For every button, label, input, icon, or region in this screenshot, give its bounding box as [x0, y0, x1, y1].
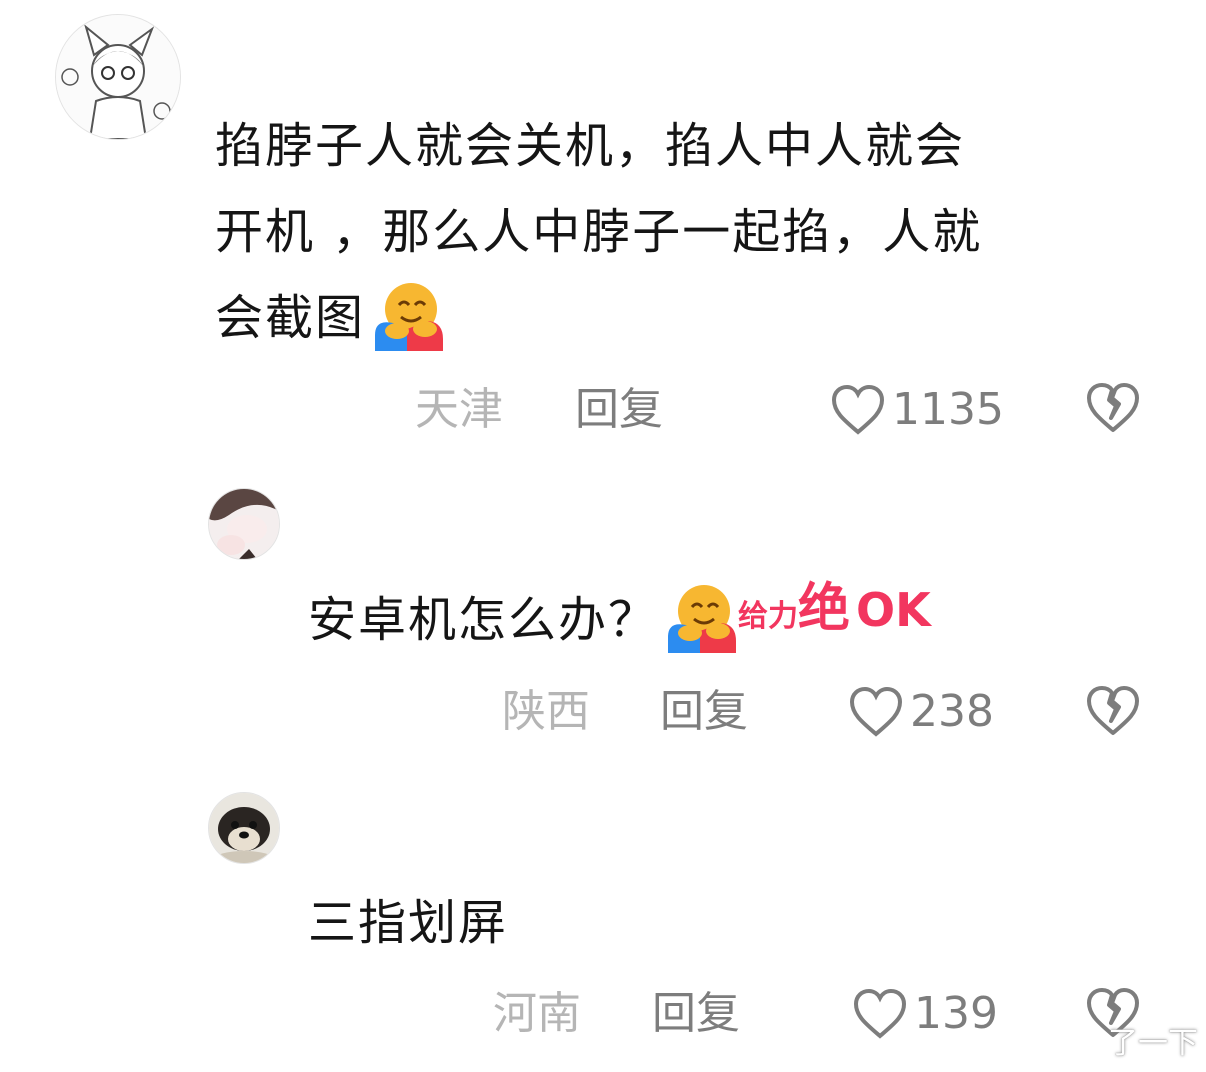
anime-girl-avatar-icon [56, 15, 180, 139]
hugging-face-emoji-icon [375, 283, 444, 351]
heart-outline-icon [831, 384, 885, 435]
comment-text: 三指划屏 [308, 880, 508, 966]
like-button[interactable]: 1135 [830, 384, 1004, 436]
location-label: 陕西 [502, 686, 590, 737]
sticker: 给力绝 OK [738, 566, 931, 660]
hand-photo-avatar-icon [209, 489, 279, 559]
watermark: 了一下 [1108, 1026, 1198, 1061]
avatar[interactable] [208, 488, 280, 560]
comment-text: 掐脖子人就会关机，掐人中人就会 开机 ，那么人中脖子一起掐，人就 会截图 [215, 103, 982, 361]
like-button[interactable]: 238 [848, 686, 994, 738]
avatar[interactable] [208, 792, 280, 864]
hugging-face-emoji-icon [668, 585, 737, 653]
heart-outline-icon [853, 988, 907, 1039]
comment-line: 开机 ，那么人中脖子一起掐，人就 [215, 204, 983, 260]
comment-line: 三指划屏 [308, 895, 509, 951]
like-count: 139 [914, 988, 998, 1039]
like-count: 1135 [892, 384, 1004, 435]
dog-photo-avatar-icon [209, 793, 279, 863]
sticker-text: OK [856, 583, 931, 637]
sticker-text: 给力 [738, 599, 799, 634]
broken-heart-icon[interactable] [1085, 380, 1141, 434]
sticker-text: 绝 [798, 579, 851, 639]
location-label: 河南 [493, 988, 581, 1039]
avatar[interactable] [55, 14, 181, 140]
comment-line-with-emoji: 安卓机怎么办？ 给力绝 OK [308, 576, 931, 670]
comment-line-with-emoji: 会截图 [215, 275, 982, 361]
reply-button[interactable]: 回复 [652, 988, 740, 1040]
comment-line: 会截图 [215, 290, 366, 346]
heart-outline-icon [849, 686, 903, 737]
broken-heart-icon[interactable] [1085, 683, 1141, 737]
reply-button[interactable]: 回复 [575, 384, 663, 436]
comment-text: 安卓机怎么办？ 给力绝 OK [308, 576, 931, 670]
reply-button[interactable]: 回复 [660, 686, 748, 738]
like-button[interactable]: 139 [852, 988, 998, 1040]
comment-line: 掐脖子人就会关机，掐人中人就会 [215, 118, 966, 174]
like-count: 238 [910, 686, 994, 737]
location-label: 天津 [415, 384, 503, 435]
comment-line: 安卓机怎么办？ [308, 592, 659, 648]
